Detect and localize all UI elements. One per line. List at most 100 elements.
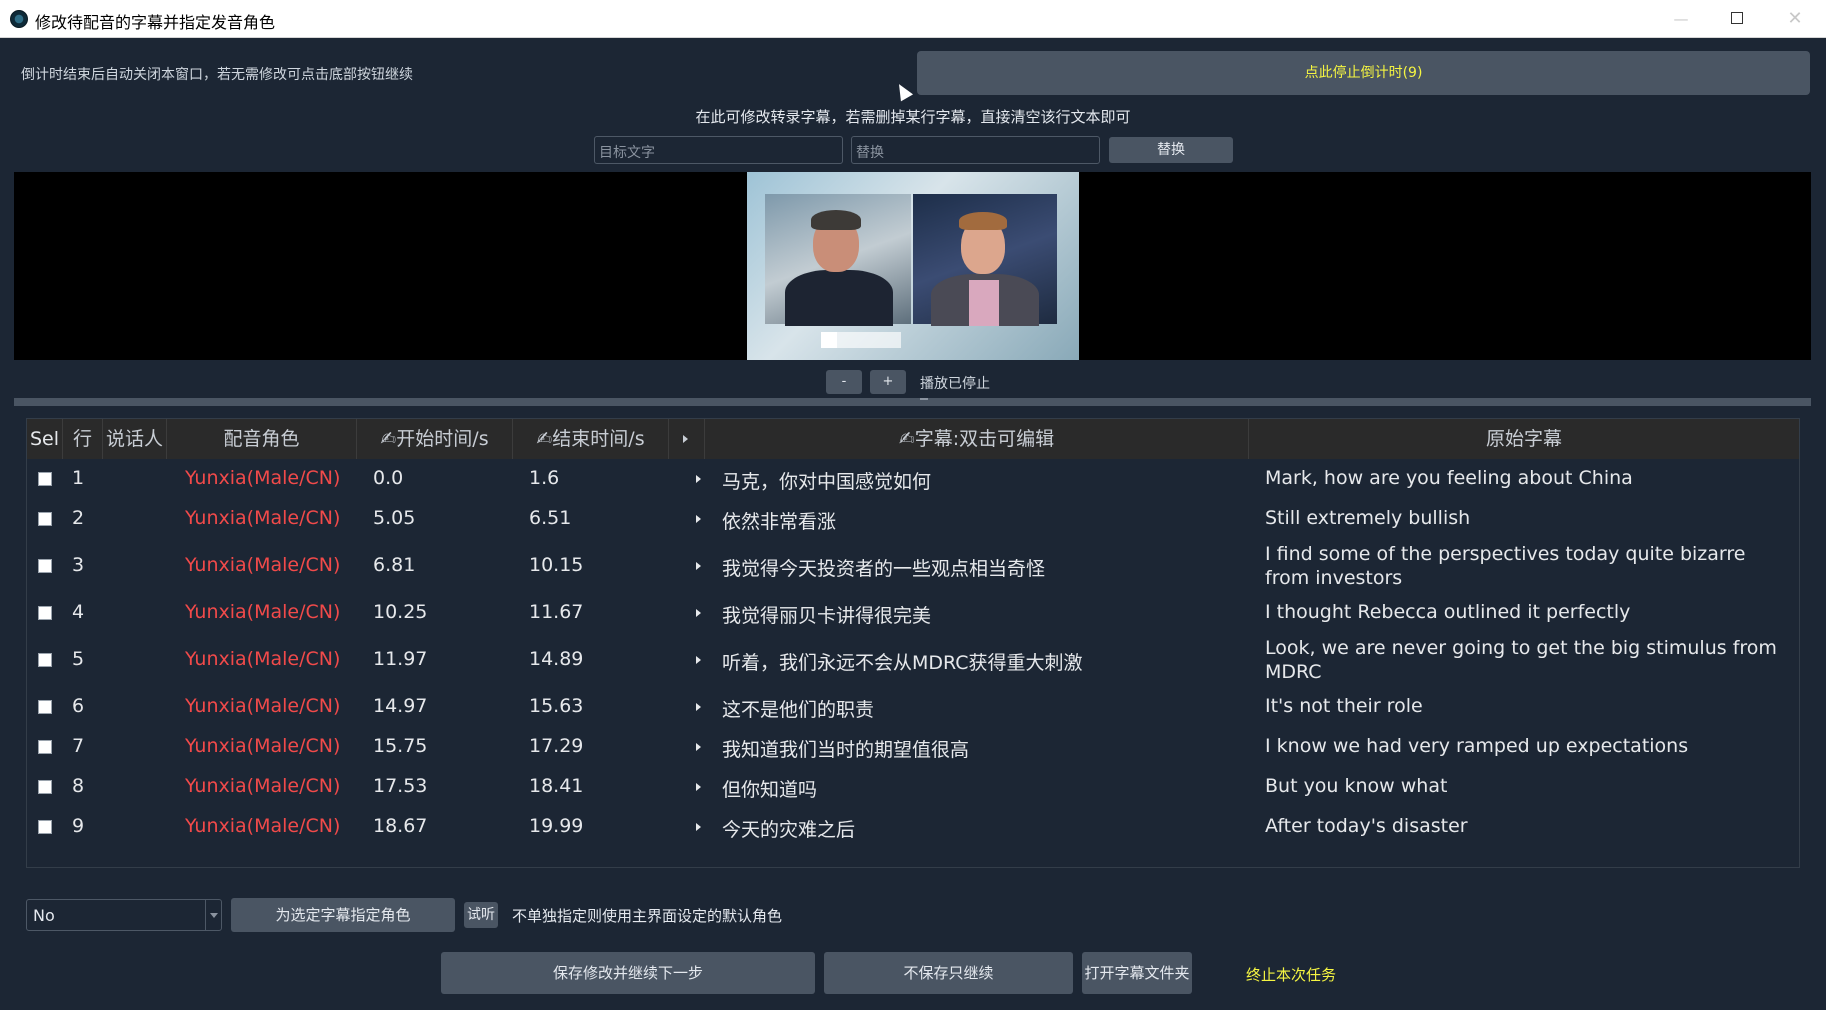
play-arrow-icon[interactable] xyxy=(696,743,701,751)
row-start[interactable]: 0.0 xyxy=(373,467,403,489)
play-arrow-icon[interactable] xyxy=(696,609,701,617)
listen-button[interactable]: 试听 xyxy=(464,902,498,928)
header-play[interactable] xyxy=(669,419,705,459)
row-line: 5 xyxy=(72,648,85,670)
row-start[interactable]: 17.53 xyxy=(373,775,427,797)
row-subtitle[interactable]: 我知道我们当时的期望值很高 xyxy=(722,735,969,762)
header-role[interactable]: 配音角色 xyxy=(167,419,357,459)
row-role[interactable]: Yunxia(Male/CN) xyxy=(185,775,340,797)
row-subtitle[interactable]: 听着，我们永远不会从MDRC获得重大刺激 xyxy=(722,648,1083,675)
row-checkbox[interactable] xyxy=(38,780,52,794)
row-end[interactable]: 1.6 xyxy=(529,467,559,489)
row-checkbox[interactable] xyxy=(38,700,52,714)
terminate-task-link[interactable]: 终止本次任务 xyxy=(1246,964,1336,985)
close-button[interactable]: ✕ xyxy=(1766,0,1824,38)
row-role[interactable]: Yunxia(Male/CN) xyxy=(185,648,340,670)
row-start[interactable]: 18.67 xyxy=(373,815,427,837)
row-start[interactable]: 14.97 xyxy=(373,695,427,717)
play-arrow-icon[interactable] xyxy=(696,656,701,664)
play-arrow-icon[interactable] xyxy=(696,475,701,483)
row-start[interactable]: 10.25 xyxy=(373,601,427,623)
target-text-input[interactable]: 目标文字 xyxy=(594,136,843,164)
role-select[interactable]: No xyxy=(26,899,222,931)
row-role[interactable]: Yunxia(Male/CN) xyxy=(185,467,340,489)
row-role[interactable]: Yunxia(Male/CN) xyxy=(185,554,340,576)
row-subtitle[interactable]: 我觉得今天投资者的一些观点相当奇怪 xyxy=(722,554,1045,581)
video-person-right xyxy=(913,194,1057,326)
row-role[interactable]: Yunxia(Male/CN) xyxy=(185,695,340,717)
row-checkbox[interactable] xyxy=(38,472,52,486)
row-checkbox[interactable] xyxy=(38,606,52,620)
header-start[interactable]: ✍开始时间/s xyxy=(357,419,513,459)
minimize-button[interactable]: — xyxy=(1652,0,1710,38)
row-subtitle[interactable]: 依然非常看涨 xyxy=(722,507,836,534)
table-row[interactable]: 3 Yunxia(Male/CN) 6.81 10.15 我觉得今天投资者的一些… xyxy=(27,539,1799,593)
maximize-button[interactable] xyxy=(1708,0,1766,38)
row-role[interactable]: Yunxia(Male/CN) xyxy=(185,735,340,757)
open-subtitle-folder-button[interactable]: 打开字幕文件夹 xyxy=(1082,952,1192,994)
header-speaker[interactable]: 说话人 xyxy=(103,419,167,459)
row-checkbox[interactable] xyxy=(38,653,52,667)
person-hair xyxy=(811,210,861,230)
row-end[interactable]: 14.89 xyxy=(529,648,583,670)
row-original: Look, we are never going to get the big … xyxy=(1265,637,1777,683)
video-frame xyxy=(747,172,1079,360)
table-row[interactable]: 1 Yunxia(Male/CN) 0.0 1.6 马克，你对中国感觉如何 Ma… xyxy=(27,459,1799,499)
play-arrow-icon[interactable] xyxy=(696,515,701,523)
row-start[interactable]: 15.75 xyxy=(373,735,427,757)
row-checkbox[interactable] xyxy=(38,740,52,754)
chevron-down-icon[interactable] xyxy=(205,900,221,930)
table-row[interactable]: 5 Yunxia(Male/CN) 11.97 14.89 听着，我们永远不会从… xyxy=(27,633,1799,687)
volume-down-button[interactable]: - xyxy=(826,370,862,394)
header-sel[interactable]: Sel xyxy=(27,419,63,459)
row-checkbox[interactable] xyxy=(38,820,52,834)
volume-up-button[interactable]: + xyxy=(870,370,906,394)
row-role[interactable]: Yunxia(Male/CN) xyxy=(185,507,340,529)
assign-role-button[interactable]: 为选定字幕指定角色 xyxy=(231,898,455,932)
table-header: Sel 行 说话人 配音角色 ✍开始时间/s ✍结束时间/s ✍字幕:双击可编辑… xyxy=(27,419,1799,459)
table-row[interactable]: 8 Yunxia(Male/CN) 17.53 18.41 但你知道吗 But … xyxy=(27,767,1799,807)
header-line[interactable]: 行 xyxy=(63,419,103,459)
row-end[interactable]: 11.67 xyxy=(529,601,583,623)
row-checkbox[interactable] xyxy=(38,512,52,526)
row-end[interactable]: 6.51 xyxy=(529,507,571,529)
continue-without-save-button[interactable]: 不保存只继续 xyxy=(824,952,1073,994)
table-row[interactable]: 7 Yunxia(Male/CN) 15.75 17.29 我知道我们当时的期望… xyxy=(27,727,1799,767)
row-subtitle[interactable]: 马克，你对中国感觉如何 xyxy=(722,467,931,494)
splitter-handle[interactable] xyxy=(14,398,1811,406)
play-arrow-icon[interactable] xyxy=(696,703,701,711)
save-continue-button[interactable]: 保存修改并继续下一步 xyxy=(441,952,815,994)
table-row[interactable]: 2 Yunxia(Male/CN) 5.05 6.51 依然非常看涨 Still… xyxy=(27,499,1799,539)
row-original: Still extremely bullish xyxy=(1265,507,1471,529)
play-arrow-icon[interactable] xyxy=(696,562,701,570)
row-end[interactable]: 15.63 xyxy=(529,695,583,717)
row-end[interactable]: 19.99 xyxy=(529,815,583,837)
play-arrow-icon[interactable] xyxy=(696,823,701,831)
row-role[interactable]: Yunxia(Male/CN) xyxy=(185,815,340,837)
table-row[interactable]: 9 Yunxia(Male/CN) 18.67 19.99 今天的灾难之后 Af… xyxy=(27,807,1799,847)
row-original: It's not their role xyxy=(1265,695,1423,717)
row-subtitle[interactable]: 但你知道吗 xyxy=(722,775,817,802)
table-row[interactable]: 4 Yunxia(Male/CN) 10.25 11.67 我觉得丽贝卡讲得很完… xyxy=(27,593,1799,633)
row-subtitle[interactable]: 这不是他们的职责 xyxy=(722,695,874,722)
replace-text-input[interactable]: 替换 xyxy=(851,136,1100,164)
header-end[interactable]: ✍结束时间/s xyxy=(513,419,669,459)
row-original: Mark, how are you feeling about China xyxy=(1265,467,1633,489)
row-end[interactable]: 17.29 xyxy=(529,735,583,757)
replace-button[interactable]: 替换 xyxy=(1109,137,1233,163)
row-end[interactable]: 18.41 xyxy=(529,775,583,797)
row-subtitle[interactable]: 今天的灾难之后 xyxy=(722,815,855,842)
row-start[interactable]: 5.05 xyxy=(373,507,415,529)
header-original[interactable]: 原始字幕 xyxy=(1249,419,1799,459)
table-row[interactable]: 6 Yunxia(Male/CN) 14.97 15.63 这不是他们的职责 I… xyxy=(27,687,1799,727)
row-subtitle[interactable]: 我觉得丽贝卡讲得很完美 xyxy=(722,601,931,628)
row-role[interactable]: Yunxia(Male/CN) xyxy=(185,601,340,623)
video-preview[interactable] xyxy=(14,172,1811,360)
row-start[interactable]: 6.81 xyxy=(373,554,415,576)
row-end[interactable]: 10.15 xyxy=(529,554,583,576)
row-checkbox[interactable] xyxy=(38,559,52,573)
stop-countdown-button[interactable]: 点此停止倒计时(9) xyxy=(917,51,1810,95)
row-start[interactable]: 11.97 xyxy=(373,648,427,670)
header-subtitle[interactable]: ✍字幕:双击可编辑 xyxy=(705,419,1249,459)
play-arrow-icon[interactable] xyxy=(696,783,701,791)
